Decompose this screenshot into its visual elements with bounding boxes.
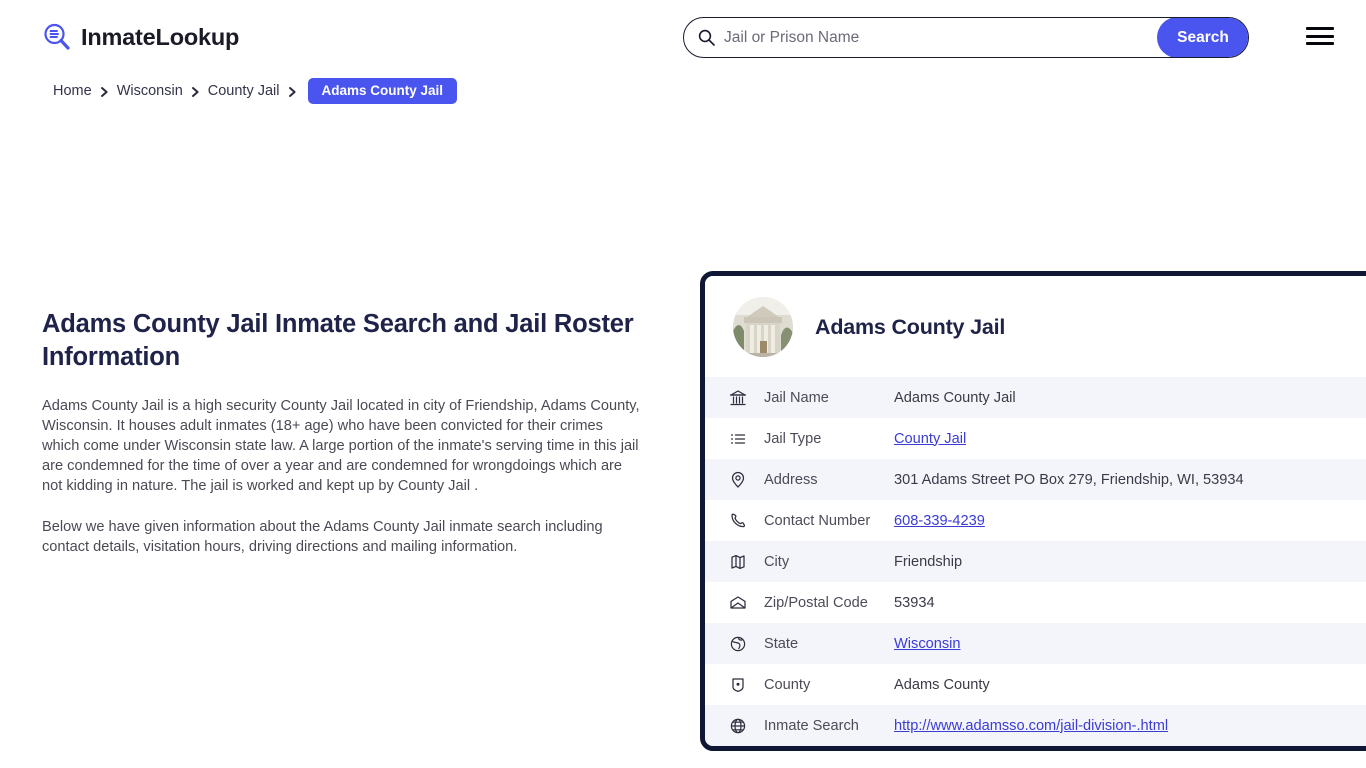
row-value: 301 Adams Street PO Box 279, Friendship,… [894, 471, 1244, 488]
search-button[interactable]: Search [1157, 18, 1248, 57]
hamburger-menu-icon[interactable] [1306, 24, 1334, 48]
chevron-right-icon [288, 85, 297, 97]
web-globe-icon [729, 717, 747, 735]
table-row: Contact Number 608-339-4239 [705, 500, 1366, 541]
row-value: http://www.adamsso.com/jail-division-.ht… [894, 718, 1168, 734]
article-paragraph-1: Adams County Jail is a high security Cou… [42, 398, 640, 494]
row-label: Address [764, 471, 818, 488]
row-label: Inmate Search [764, 717, 859, 734]
table-row: Zip/Postal Code 53934 [705, 582, 1366, 623]
badge-icon [729, 676, 747, 694]
search-field [684, 18, 1157, 57]
phone-icon [729, 512, 747, 530]
row-label: Jail Name [764, 389, 829, 406]
list-icon [729, 430, 747, 448]
breadcrumb-item-wisconsin[interactable]: Wisconsin [117, 83, 183, 99]
search-icon [698, 29, 715, 46]
table-row: County Adams County [705, 664, 1366, 705]
row-value: Wisconsin [894, 636, 961, 652]
row-value: 608-339-4239 [894, 513, 985, 529]
page-title: Adams County Jail Inmate Search and Jail… [42, 310, 634, 371]
breadcrumb-item-county-jail[interactable]: County Jail [208, 83, 280, 99]
globe-icon [729, 635, 747, 653]
row-label: Contact Number [764, 512, 871, 529]
menu-bar-1 [1306, 27, 1334, 30]
search-bar: Search [683, 17, 1249, 58]
jail-info-card-title: Adams County Jail [815, 314, 1006, 339]
row-value: Adams County [894, 676, 990, 693]
menu-bar-2 [1306, 34, 1334, 38]
row-value: County Jail [894, 431, 966, 447]
brand-logo-link[interactable]: InmateLookup [42, 22, 239, 52]
row-value: 53934 [894, 594, 935, 611]
article-paragraph-2: Below we have given information about th… [42, 519, 603, 555]
row-value: Adams County Jail [894, 389, 1016, 406]
table-row: State Wisconsin [705, 623, 1366, 664]
chevron-right-icon [191, 85, 200, 97]
row-value: Friendship [894, 553, 963, 570]
map-pin-icon [729, 471, 747, 489]
breadcrumb-item-active: Adams County Jail [307, 78, 458, 104]
table-row: Jail Type County Jail [705, 418, 1366, 459]
row-label: State [764, 635, 799, 652]
row-label: Zip/Postal Code [764, 594, 868, 611]
envelope-icon [729, 594, 747, 612]
jail-info-card-header: Adams County Jail [705, 276, 1366, 377]
row-label: City [764, 553, 790, 570]
contact-number-link[interactable]: 608-339-4239 [894, 513, 985, 529]
brand-name: InmateLookup [81, 23, 240, 50]
search-input[interactable] [724, 18, 1157, 57]
table-row: Jail Name Adams County Jail [705, 377, 1366, 418]
table-row: Address 301 Adams Street PO Box 279, Fri… [705, 459, 1366, 500]
jail-info-card: Adams County Jail Jail Name Adams County… [700, 271, 1366, 751]
chevron-right-icon [100, 85, 109, 97]
table-row: Inmate Search http://www.adamsso.com/jai… [705, 705, 1366, 746]
jail-info-rows: Jail Name Adams County Jail Jail Type Co… [705, 377, 1366, 746]
magnifier-list-icon [42, 22, 72, 52]
map-icon [729, 553, 747, 571]
main-content: Adams County Jail Inmate Search and Jail… [0, 104, 1366, 767]
bank-icon [729, 389, 747, 407]
courthouse-photo-avatar [733, 297, 793, 357]
row-label: Jail Type [764, 430, 822, 447]
state-link[interactable]: Wisconsin [894, 636, 961, 652]
breadcrumb-item-home[interactable]: Home [53, 83, 92, 99]
breadcrumb: Home Wisconsin County Jail Adams County … [53, 78, 1366, 104]
table-row: City Friendship [705, 541, 1366, 582]
row-label: County [764, 676, 811, 693]
inmate-search-link[interactable]: http://www.adamsso.com/jail-division-.ht… [894, 718, 1168, 734]
menu-bar-3 [1306, 42, 1334, 45]
article-column: Adams County Jail Inmate Search and Jail… [42, 308, 642, 557]
jail-type-link[interactable]: County Jail [894, 431, 966, 447]
site-header: InmateLookup Search [0, 0, 1366, 74]
